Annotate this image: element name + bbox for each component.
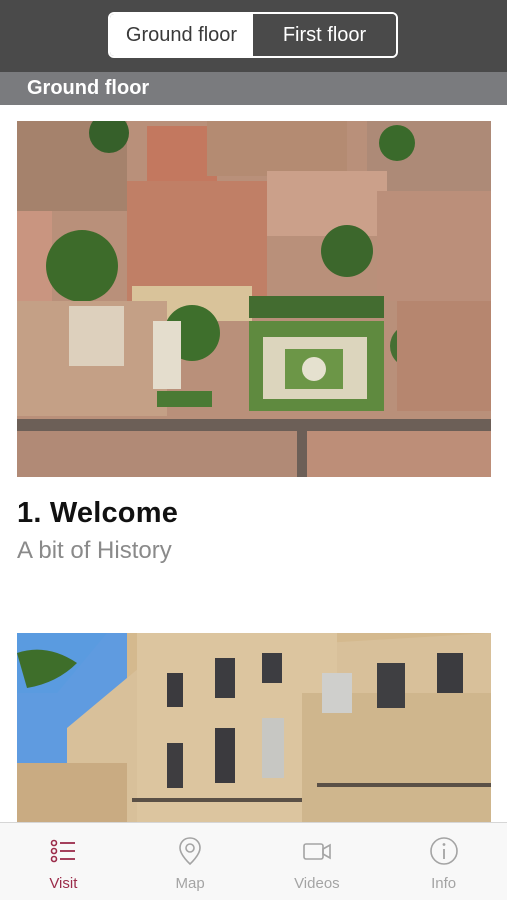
first-floor-segment[interactable]: First floor: [253, 14, 396, 56]
tab-visit-label: Visit: [49, 875, 78, 892]
second-card-image[interactable]: [17, 633, 491, 822]
video-camera-icon: [303, 843, 331, 860]
list-icon: [51, 839, 76, 863]
bottom-tab-bar: Visit Map Videos Info: [0, 822, 507, 900]
tab-visit[interactable]: Visit: [0, 823, 127, 900]
tab-info-label: Info: [431, 875, 457, 892]
section-header: Ground floor: [0, 72, 507, 105]
tab-map[interactable]: Map: [127, 823, 254, 900]
welcome-card-image[interactable]: [17, 121, 491, 477]
tab-videos-label: Videos: [294, 875, 340, 892]
tab-videos[interactable]: Videos: [254, 823, 381, 900]
ground-floor-segment[interactable]: Ground floor: [110, 14, 253, 56]
section-title: Ground floor: [27, 77, 150, 99]
tab-info[interactable]: Info: [380, 823, 507, 900]
info-icon: [429, 837, 458, 865]
floor-segmented-control: Ground floor First floor: [108, 12, 398, 58]
item-subtitle: A bit of History: [17, 537, 172, 564]
top-bar: Ground floor First floor: [0, 0, 507, 72]
tab-map-label: Map: [175, 875, 205, 892]
room-list[interactable]: 1. Welcome A bit of History: [0, 105, 507, 822]
map-pin-icon: [179, 837, 201, 866]
item-title[interactable]: 1. Welcome: [17, 497, 178, 530]
